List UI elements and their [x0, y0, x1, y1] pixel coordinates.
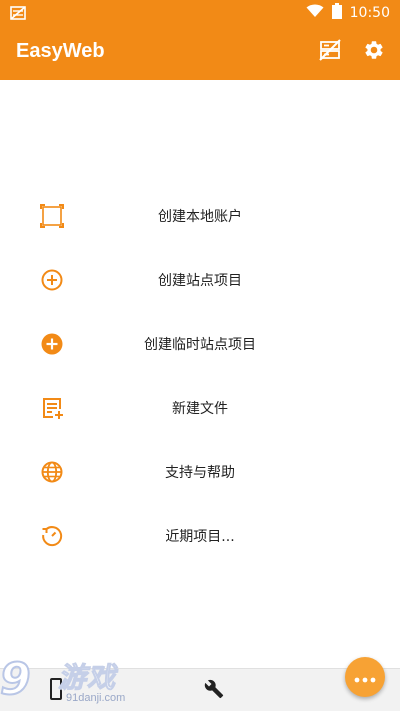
menu-item-label: 创建临时站点项目 [144, 337, 256, 353]
server-off-icon [319, 39, 341, 65]
settings-button[interactable] [362, 40, 386, 64]
main-menu: 创建本地账户 创建站点项目 创建临时站点项目 新建文件 支持与帮助 近期项目..… [0, 184, 400, 568]
status-bar: 10:50 [0, 0, 400, 26]
watermark-site: 91danji.com [66, 692, 126, 704]
watermark-name: 游戏 [57, 661, 117, 695]
watermark: 9 游戏 91danji.com [0, 652, 140, 710]
menu-item-new-file[interactable]: 新建文件 [0, 376, 400, 440]
menu-item-create-temp-site-project[interactable]: 创建临时站点项目 [0, 312, 400, 376]
wifi-icon [306, 4, 324, 22]
menu-item-label: 新建文件 [172, 401, 228, 417]
app-title: EasyWeb [16, 40, 105, 62]
more-fab-button[interactable] [345, 657, 385, 697]
wrench-icon [204, 679, 224, 703]
menu-item-support-help[interactable]: 支持与帮助 [0, 440, 400, 504]
more-horizontal-icon [354, 668, 376, 687]
status-time: 10:50 [349, 5, 390, 21]
menu-item-label: 创建本地账户 [158, 209, 242, 225]
menu-item-label: 创建站点项目 [158, 273, 242, 289]
menu-item-create-site-project[interactable]: 创建站点项目 [0, 248, 400, 312]
watermark-logo: 9 [0, 653, 32, 706]
server-off-button[interactable] [318, 39, 342, 65]
app-bar: EasyWeb [0, 26, 400, 80]
battery-icon [331, 3, 342, 23]
menu-item-label: 近期项目... [165, 529, 235, 545]
menu-item-label: 支持与帮助 [165, 465, 235, 481]
notification-icon [10, 5, 26, 25]
menu-item-recent-projects[interactable]: 近期项目... [0, 504, 400, 568]
tab-tools[interactable] [202, 679, 226, 703]
settings-icon [363, 39, 385, 65]
menu-item-create-local-account[interactable]: 创建本地账户 [0, 184, 400, 248]
